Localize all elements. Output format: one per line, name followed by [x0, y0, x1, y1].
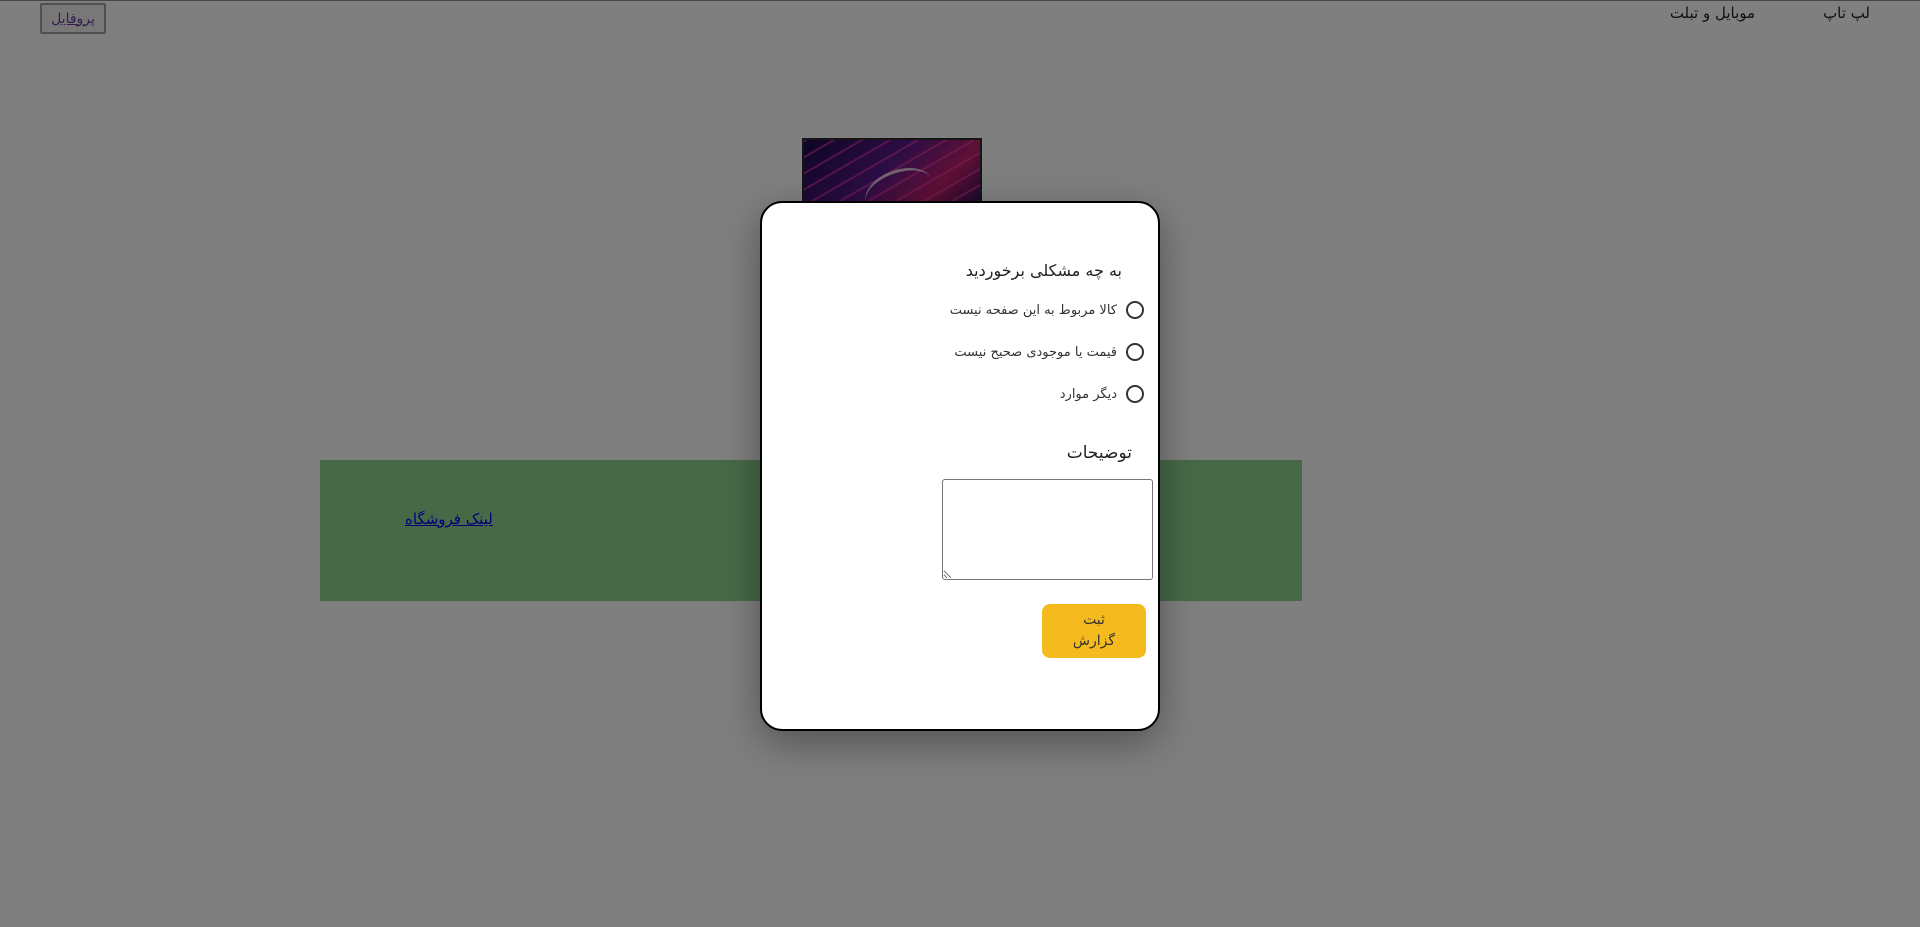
- radio-button[interactable]: [1126, 301, 1144, 319]
- report-option-wrong-page[interactable]: کالا مربوط به این صفحه نیست: [950, 301, 1144, 319]
- report-option-wrong-price[interactable]: قیمت یا موجودی صحیح نیست: [954, 343, 1144, 361]
- report-question: به چه مشکلی برخوردید: [965, 261, 1122, 280]
- submit-report-button[interactable]: ثبت گزارش: [1042, 604, 1146, 658]
- radio-button[interactable]: [1126, 385, 1144, 403]
- radio-button[interactable]: [1126, 343, 1144, 361]
- report-option-other[interactable]: دیگر موارد: [1060, 385, 1144, 403]
- option-label: قیمت یا موجودی صحیح نیست: [954, 344, 1117, 360]
- option-label: دیگر موارد: [1059, 386, 1117, 402]
- option-label: کالا مربوط به این صفحه نیست: [949, 302, 1117, 318]
- description-label: توضیحات: [1066, 443, 1132, 463]
- description-textarea[interactable]: [942, 479, 1153, 580]
- report-modal: به چه مشکلی برخوردید کالا مربوط به این ص…: [760, 201, 1160, 731]
